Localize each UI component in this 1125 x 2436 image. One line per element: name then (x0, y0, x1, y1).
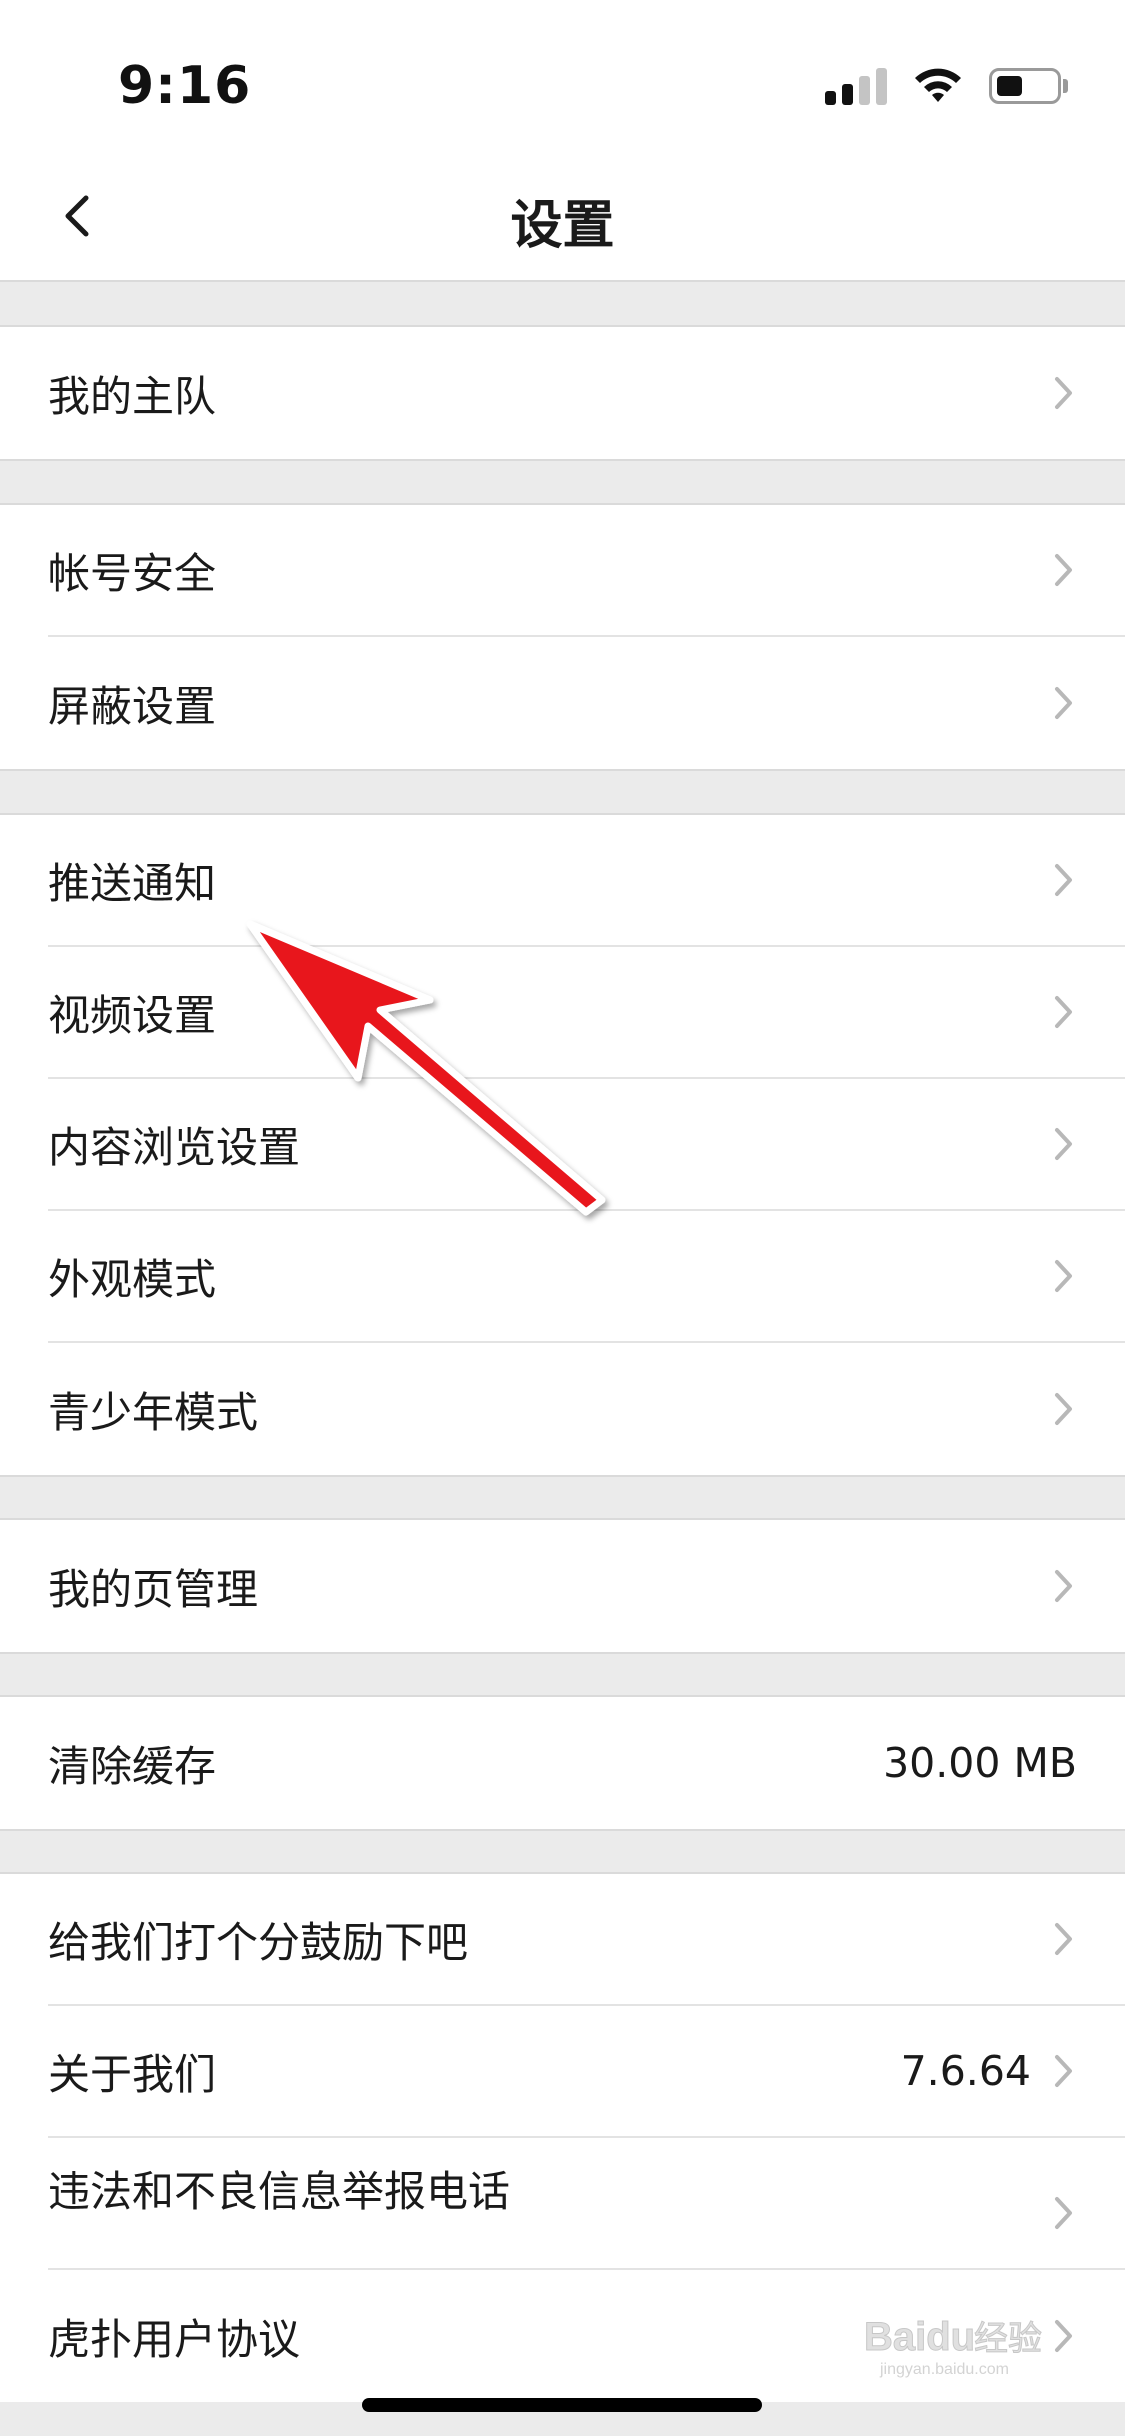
version-value: 7.6.64 (900, 2047, 1031, 2095)
chevron-right-icon (1053, 1258, 1075, 1294)
row-label: 帐号安全 (48, 548, 217, 598)
cache-size-value: 30.00 MB (883, 1739, 1077, 1787)
settings-row-rate-us[interactable]: 给我们打个分鼓励下吧 (48, 1874, 1125, 2006)
row-label: 我的主队 (48, 371, 217, 421)
row-label: 清除缓存 (48, 1741, 217, 1791)
settings-row-video-settings[interactable]: 视频设置 (48, 947, 1125, 1079)
settings-row-content-browsing[interactable]: 内容浏览设置 (48, 1079, 1125, 1211)
chevron-right-icon (1053, 2195, 1075, 2231)
row-label: 外观模式 (48, 1254, 217, 1304)
chevron-right-icon (1053, 994, 1075, 1030)
chevron-right-icon (1053, 552, 1075, 588)
settings-row-block-settings[interactable]: 屏蔽设置 (48, 637, 1125, 769)
row-label: 内容浏览设置 (48, 1122, 301, 1172)
svg-text:经验: 经验 (974, 2319, 1042, 2359)
settings-group-cache: 清除缓存 30.00 MB (0, 1695, 1125, 1831)
row-label: 青少年模式 (48, 1387, 259, 1437)
settings-row-appearance[interactable]: 外观模式 (48, 1211, 1125, 1343)
chevron-right-icon (1053, 1568, 1075, 1604)
row-label: 推送通知 (48, 858, 217, 908)
settings-group-pages: 我的页管理 (0, 1518, 1125, 1654)
baidu-watermark: Baidu 经验 jingyan.baidu.com (860, 2300, 1090, 2380)
chevron-right-icon (1053, 2053, 1075, 2089)
chevron-right-icon (1053, 862, 1075, 898)
signal-icon (825, 67, 887, 105)
settings-row-report-hotline[interactable]: 违法和不良信息举报电话 (48, 2138, 1125, 2270)
settings-row-clear-cache[interactable]: 清除缓存 30.00 MB (48, 1697, 1125, 1829)
settings-screen: 9:16 设置 我的主队 帐号安全 屏蔽设置 推送通知 视频设置 内容浏览设置 … (0, 0, 1125, 2436)
row-label: 屏蔽设置 (48, 681, 217, 731)
settings-group-preferences: 推送通知 视频设置 内容浏览设置 外观模式 青少年模式 (0, 813, 1125, 1477)
settings-group-account: 帐号安全 屏蔽设置 (0, 503, 1125, 771)
settings-row-youth-mode[interactable]: 青少年模式 (48, 1343, 1125, 1475)
row-label: 违法和不良信息举报电话 (48, 2167, 511, 2216)
status-bar: 9:16 (0, 0, 1125, 150)
chevron-right-icon (1053, 375, 1075, 411)
chevron-right-icon (1053, 1921, 1075, 1957)
row-label: 关于我们 (48, 2049, 217, 2099)
nav-bar: 设置 (0, 150, 1125, 282)
chevron-right-icon (1053, 1391, 1075, 1427)
page-title: 设置 (510, 196, 615, 256)
settings-row-about-us[interactable]: 关于我们 7.6.64 (48, 2006, 1125, 2138)
chevron-right-icon (1053, 1126, 1075, 1162)
wifi-icon (915, 68, 961, 102)
settings-row-push-notifications[interactable]: 推送通知 (48, 815, 1125, 947)
home-indicator (362, 2398, 762, 2412)
settings-row-my-team[interactable]: 我的主队 (48, 327, 1125, 459)
row-label: 给我们打个分鼓励下吧 (48, 1917, 469, 1967)
settings-group-team: 我的主队 (0, 325, 1125, 461)
row-label: 虎扑用户协议 (48, 2314, 301, 2364)
svg-text:Baidu: Baidu (864, 2315, 975, 2359)
status-icons (825, 62, 1069, 110)
svg-text:jingyan.baidu.com: jingyan.baidu.com (879, 2361, 1009, 2378)
row-label: 我的页管理 (48, 1564, 259, 1614)
battery-fill (997, 76, 1022, 96)
status-time: 9:16 (118, 56, 252, 116)
chevron-right-icon (1053, 685, 1075, 721)
row-label: 视频设置 (48, 990, 217, 1040)
battery-icon (989, 66, 1069, 106)
settings-row-my-page-management[interactable]: 我的页管理 (48, 1520, 1125, 1652)
settings-row-account-security[interactable]: 帐号安全 (48, 505, 1125, 637)
